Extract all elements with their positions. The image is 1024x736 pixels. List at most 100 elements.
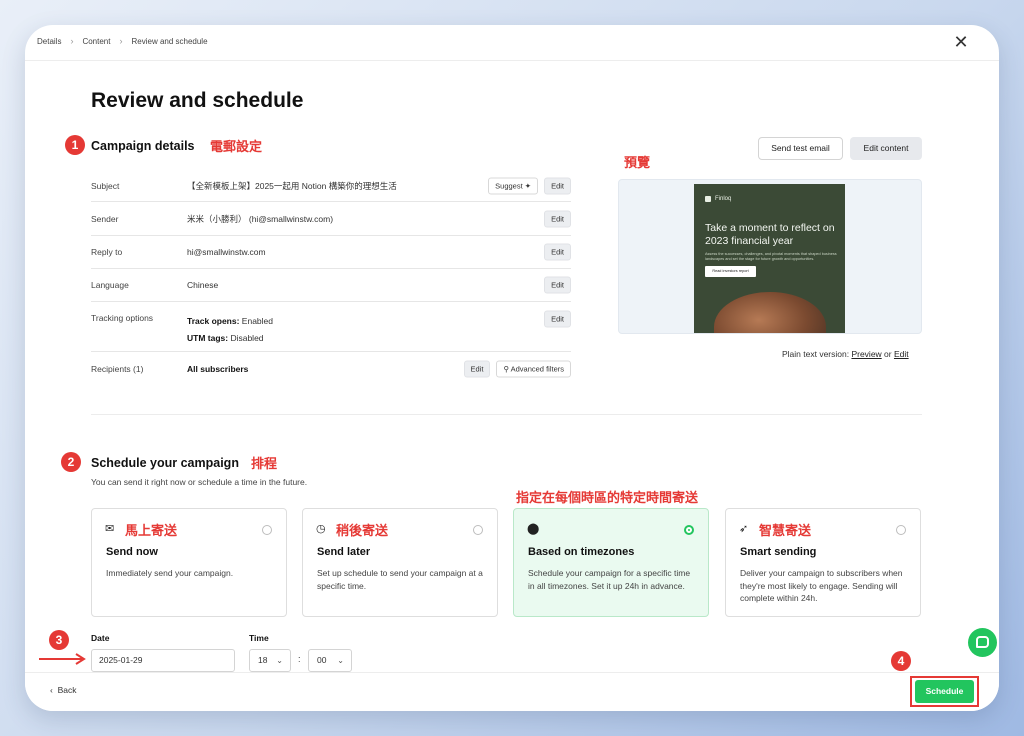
option-based-on-timezones[interactable]: ⬤ Based on timezones Schedule your campa… — [513, 508, 709, 617]
time-separator: : — [298, 654, 301, 664]
step-badge-1: 1 — [65, 135, 85, 155]
chevron-left-icon: ‹ — [50, 685, 53, 695]
option-title: Based on timezones — [528, 546, 635, 558]
row-label: Tracking options — [91, 313, 154, 323]
advanced-filters-button[interactable]: ⚲ Advanced filters — [496, 360, 571, 377]
close-icon[interactable]: ✕ — [951, 32, 971, 52]
utm-value: Disabled — [228, 333, 264, 343]
schedule-button[interactable]: Schedule — [915, 680, 974, 703]
plain-preview-link[interactable]: Preview — [851, 349, 881, 359]
timezones-radio[interactable] — [684, 525, 694, 535]
row-tracking: Tracking options Track opens: Enabled UT… — [91, 302, 571, 352]
annotation-send-later: 稍後寄送 — [336, 523, 389, 538]
option-smart-sending[interactable]: ➶ 智慧寄送 Smart sending Deliver your campai… — [725, 508, 921, 617]
arrow-right-icon — [39, 653, 86, 665]
suggest-button[interactable]: Suggest ✦ — [488, 177, 539, 195]
tracking-value: Track opens: Enabled UTM tags: Disabled — [187, 313, 571, 347]
row-label: Reply to — [91, 247, 123, 257]
row-label: Sender — [91, 213, 119, 224]
plain-or: or — [881, 349, 894, 359]
utm-label: UTM tags: — [187, 333, 229, 343]
campaign-details-title: Campaign details — [91, 139, 195, 153]
date-input[interactable]: 2025-01-29 — [91, 649, 235, 672]
step-badge-2: 2 — [61, 452, 81, 472]
campaign-window: Details › Content › Review and schedule … — [25, 25, 999, 711]
edit-content-button[interactable]: Edit content — [850, 137, 922, 160]
filter-icon: ⚲ — [503, 364, 509, 373]
plain-text-version: Plain text version: Preview or Edit — [782, 349, 909, 359]
back-button[interactable]: ‹ Back — [50, 685, 76, 695]
date-label: Date — [91, 633, 110, 643]
brand-name: Finloq — [715, 196, 732, 202]
top-bar: Details › Content › Review and schedule … — [25, 25, 999, 61]
chat-bubble-icon — [976, 636, 989, 648]
annotation-smart-sending: 智慧寄送 — [759, 523, 812, 538]
email-brand: Finloq — [705, 196, 731, 202]
campaign-details-list: Subject 【全新模板上架】2025一起用 Notion 構築你的理想生活 … — [91, 171, 571, 385]
breadcrumb: Details › Content › Review and schedule — [37, 36, 208, 46]
row-language: Language Chinese Edit — [91, 269, 571, 302]
send-later-radio[interactable] — [473, 525, 483, 535]
option-desc: Deliver your campaign to subscribers whe… — [740, 568, 903, 603]
email-headline: Take a moment to reflect on 2023 financi… — [705, 222, 835, 247]
hour-value: 18 — [258, 655, 268, 665]
sparkle-icon: ✦ — [524, 181, 532, 191]
edit-recipients-button[interactable]: Edit — [463, 360, 491, 377]
advanced-filters-label: Advanced filters — [510, 364, 564, 373]
plain-edit-link[interactable]: Edit — [894, 349, 909, 359]
plain-text-prefix: Plain text version: — [782, 349, 852, 359]
language-value: Chinese — [187, 280, 219, 290]
hour-select[interactable]: 18 ⌄ — [249, 649, 291, 672]
row-reply-to: Reply to hi@smallwinstw.com Edit — [91, 236, 571, 269]
row-sender: Sender 米米（小勝利） (hi@smallwinstw.com) Edit — [91, 202, 571, 236]
email-body: Assess the successes, challenges, and pi… — [705, 252, 837, 261]
annotation-timezone: 指定在每個時區的特定時間寄送 — [516, 490, 699, 505]
option-title: Send later — [317, 546, 371, 558]
chevron-right-icon: › — [70, 36, 74, 46]
option-desc: Set up schedule to send your campaign at… — [317, 568, 483, 591]
schedule-subtitle: You can send it right now or schedule a … — [91, 477, 308, 487]
email-cta: Read investors report — [705, 266, 756, 277]
email-preview[interactable]: Finloq Take a moment to reflect on 2023 … — [618, 179, 922, 334]
option-send-later[interactable]: ◷ 稍後寄送 Send later Set up schedule to sen… — [302, 508, 498, 617]
option-send-now[interactable]: ✉ 馬上寄送 Send now Immediately send your ca… — [91, 508, 287, 617]
suggest-label: Suggest — [495, 181, 523, 191]
send-now-radio[interactable] — [262, 525, 272, 535]
breadcrumb-details[interactable]: Details — [37, 37, 61, 46]
edit-reply-to-button[interactable]: Edit — [544, 243, 571, 261]
row-label: Language — [91, 280, 129, 290]
chevron-down-icon: ⌄ — [337, 656, 344, 665]
back-label: Back — [57, 685, 77, 695]
send-test-email-button[interactable]: Send test email — [758, 137, 843, 160]
edit-tracking-button[interactable]: Edit — [544, 310, 571, 328]
smart-sending-radio[interactable] — [896, 525, 906, 535]
chat-button[interactable] — [968, 628, 997, 657]
schedule-title: Schedule your campaign — [91, 456, 239, 470]
step-badge-3: 3 — [49, 630, 69, 650]
breadcrumb-review: Review and schedule — [131, 36, 208, 46]
row-recipients: Recipients (1) All subscribers Edit ⚲ Ad… — [91, 352, 571, 385]
chevron-down-icon: ⌄ — [276, 656, 283, 665]
minute-select[interactable]: 00 ⌄ — [308, 649, 352, 672]
annotation-preview: 預覽 — [624, 155, 651, 170]
breadcrumb-content[interactable]: Content — [82, 37, 110, 46]
option-desc: Immediately send your campaign. — [106, 568, 234, 578]
sender-value: 米米（小勝利） (hi@smallwinstw.com) — [187, 213, 334, 224]
email-thumbnail: Finloq Take a moment to reflect on 2023 … — [694, 184, 845, 333]
cursor-click-icon: ➶ — [739, 523, 749, 535]
minute-value: 00 — [317, 655, 327, 665]
edit-language-button[interactable]: Edit — [544, 276, 571, 294]
section-divider — [91, 414, 922, 415]
clock-icon: ◷ — [316, 523, 326, 535]
edit-sender-button[interactable]: Edit — [544, 210, 571, 227]
step-badge-4: 4 — [891, 651, 911, 671]
chevron-right-icon: › — [119, 36, 123, 46]
annotation-campaign-settings: 電郵設定 — [210, 139, 263, 154]
edit-subject-button[interactable]: Edit — [544, 177, 571, 195]
time-label: Time — [249, 633, 269, 643]
page-title: Review and schedule — [91, 89, 304, 112]
option-title: Send now — [106, 546, 158, 558]
row-label: Subject — [91, 181, 120, 191]
brand-logo-icon — [705, 196, 711, 202]
bottom-bar — [25, 672, 999, 711]
